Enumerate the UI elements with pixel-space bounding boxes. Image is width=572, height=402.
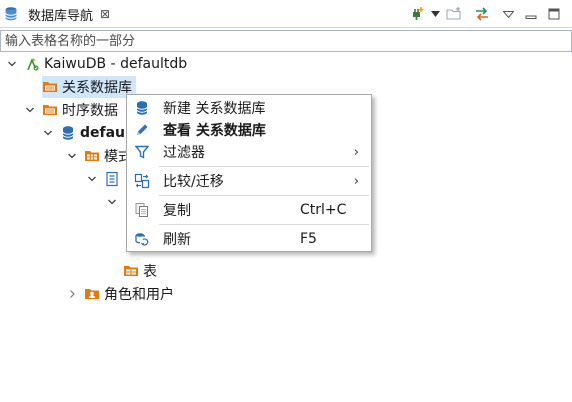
tree-node-connection[interactable]: KaiwuDB - defaultdb	[6, 53, 187, 75]
tree-node-defaultdb[interactable]: defau	[42, 122, 125, 144]
menu-item-shortcut: Ctrl+C	[300, 202, 347, 218]
chevron-right-icon[interactable]	[66, 288, 78, 300]
menu-item-label: 新建 关系数据库	[163, 101, 266, 117]
refresh-icon	[134, 231, 150, 247]
tree-node-tables-folder-partial[interactable]	[106, 191, 124, 213]
tree-node-tables[interactable]: 表	[123, 260, 157, 282]
users-folder-icon	[84, 286, 100, 302]
database-icon	[60, 125, 76, 141]
chevron-down-icon[interactable]	[106, 196, 118, 208]
tab-title: 数据库导航	[28, 8, 94, 24]
timeseries-db-label: 时序数据	[62, 103, 118, 119]
view-menu-icon[interactable]	[498, 4, 518, 24]
filter-icon	[134, 144, 150, 160]
database-navigator-icon	[3, 6, 19, 22]
tree-node-relational-db[interactable]: 关系数据库	[42, 76, 136, 98]
menu-item-compare-migrate[interactable]: 比较/迁移 ›	[127, 170, 371, 192]
close-icon[interactable]: ⊠	[100, 7, 110, 21]
menu-item-copy[interactable]: 复制 Ctrl+C	[127, 199, 371, 221]
menu-item-refresh[interactable]: 刷新 F5	[127, 228, 371, 250]
chevron-down-icon[interactable]	[66, 150, 78, 162]
tree-node-timeseries-db[interactable]: 时序数据	[24, 99, 118, 121]
new-folder-icon[interactable]	[444, 4, 464, 24]
copy-icon	[134, 202, 150, 218]
roles-users-label: 角色和用户	[104, 287, 174, 303]
folder-schema-icon	[84, 148, 100, 164]
menu-item-label: 复制	[163, 203, 191, 219]
menu-item-label: 查看 关系数据库	[163, 123, 266, 139]
menu-item-view-relational-db[interactable]: 查看 关系数据库	[127, 119, 371, 141]
chevron-down-icon[interactable]	[86, 173, 98, 185]
connection-icon	[24, 56, 40, 72]
menu-separator	[159, 195, 369, 196]
menu-item-label: 比较/迁移	[163, 174, 224, 190]
connection-label: KaiwuDB - defaultdb	[44, 56, 188, 72]
minimize-icon[interactable]	[521, 4, 541, 24]
tree-node-schema-child[interactable]	[86, 168, 124, 190]
chevron-down-icon[interactable]	[6, 58, 18, 70]
menu-item-filter[interactable]: 过滤器 ›	[127, 141, 371, 163]
tables-label: 表	[143, 264, 157, 280]
chevron-down-icon[interactable]	[42, 127, 54, 139]
tree-node-schema[interactable]: 模式	[66, 145, 132, 167]
menu-item-label: 刷新	[163, 232, 191, 248]
menu-separator	[159, 166, 369, 167]
dropdown-arrow-icon[interactable]	[429, 4, 441, 24]
link-with-editor-icon[interactable]	[472, 4, 492, 24]
menu-item-new-relational-db[interactable]: 新建 关系数据库	[127, 97, 371, 119]
tree-node-roles-users[interactable]: 角色和用户	[66, 283, 174, 305]
compare-migrate-icon	[134, 173, 150, 189]
menu-separator	[159, 224, 369, 225]
submenu-arrow-icon: ›	[353, 173, 359, 189]
relational-db-label: 关系数据库	[62, 80, 132, 96]
context-menu: 新建 关系数据库 查看 关系数据库 过滤器 › 比较/迁移 › 复制 Ctrl+…	[126, 94, 372, 252]
table-folder-icon	[123, 263, 139, 279]
folder-database-icon	[42, 79, 58, 95]
table-filter-input[interactable]	[1, 31, 571, 51]
folder-database-icon	[42, 102, 58, 118]
chevron-down-icon[interactable]	[24, 104, 36, 116]
schema-icon	[104, 171, 120, 187]
new-connection-icon[interactable]	[408, 4, 428, 24]
defaultdb-label: defau	[80, 125, 126, 141]
view-toolbar	[405, 4, 564, 24]
database-icon	[134, 100, 150, 116]
tab-database-navigator[interactable]: 数据库导航 ⊠	[0, 0, 110, 28]
menu-item-label: 过滤器	[163, 145, 205, 161]
table-filter-box	[0, 30, 572, 52]
menu-item-shortcut: F5	[300, 231, 317, 247]
pencil-icon	[134, 122, 150, 138]
maximize-icon[interactable]	[544, 4, 564, 24]
submenu-arrow-icon: ›	[353, 144, 359, 160]
view-tab-bar: 数据库导航 ⊠	[0, 0, 572, 28]
